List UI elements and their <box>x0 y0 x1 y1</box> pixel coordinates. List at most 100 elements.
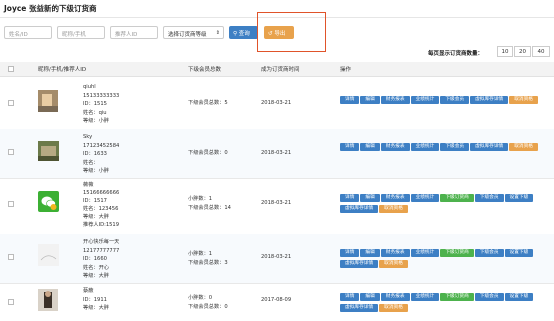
virtual-stock-button[interactable]: 虚拟库存详情 <box>470 143 509 151</box>
performance-button[interactable]: 业绩统计 <box>410 249 440 257</box>
finance-report-button[interactable]: 财务报表 <box>380 96 410 104</box>
level-select-label: 选择订货商等级 <box>168 32 207 38</box>
set-subordinate-button[interactable]: 设置下级 <box>504 249 534 257</box>
cancel-qualification-button[interactable]: 取消资格 <box>379 205 408 213</box>
table-row: Sky 17123452584 ID：1633 姓名： 等级：小胖 下级会员总数… <box>0 129 554 179</box>
search-icon: ⚲ <box>233 31 238 37</box>
row-checkbox[interactable] <box>8 254 14 260</box>
table-row: 开心快乐每一天 12177777777 ID：1660 姓名：开心 等级：大胖 … <box>0 234 554 284</box>
edit-button[interactable]: 编辑 <box>360 249 380 257</box>
row-realname: 姓名： <box>83 159 99 166</box>
row-actions: 详情 编辑 财务报表 业绩统计 下级订货商 下级会员 设置下级虚拟库存详情 取消资格 <box>340 193 552 215</box>
row-date: 2018-03-21 <box>261 100 292 106</box>
row-phone: 17123452584 <box>83 142 120 149</box>
page-size-20[interactable]: 20 <box>514 46 531 57</box>
col-name: 昵称/手机/推荐人ID <box>38 67 87 73</box>
set-subordinate-button[interactable]: 设置下级 <box>504 293 534 301</box>
edit-button[interactable]: 编辑 <box>360 96 380 104</box>
finance-report-button[interactable]: 财务报表 <box>380 194 410 202</box>
row-small-count: 小胖数：1 <box>188 196 213 202</box>
row-sub-count: 下级会员总数：0 <box>188 150 228 156</box>
cancel-qualification-button[interactable]: 取消资格 <box>509 96 538 104</box>
chevron-down-icon: ⇕ <box>215 30 220 36</box>
sub-members-button[interactable]: 下级会员 <box>474 249 504 257</box>
edit-button[interactable]: 编辑 <box>360 143 380 151</box>
nick-phone-input[interactable]: 昵称/手机 <box>57 26 105 39</box>
level-select[interactable]: 选择订货商等级 ⇕ <box>163 26 224 39</box>
row-level: 等级：大胖 <box>83 273 109 279</box>
details-button[interactable]: 详情 <box>340 249 360 257</box>
row-phone: 12177777777 <box>83 247 120 254</box>
row-id: ID：1515 <box>83 101 107 107</box>
wechat-avatar-icon <box>38 191 59 212</box>
details-button[interactable]: 详情 <box>340 143 360 151</box>
row-realname: 姓名：开心 <box>83 264 109 271</box>
search-button-label: 查询 <box>238 31 250 37</box>
row-phone: 15133333333 <box>83 92 120 99</box>
row-sub-count: 下级会员总数：14 <box>188 205 231 211</box>
finance-report-button[interactable]: 财务报表 <box>380 143 410 151</box>
performance-button[interactable]: 业绩统计 <box>410 194 440 202</box>
row-sub-count: 下级会员总数：0 <box>188 304 228 310</box>
row-checkbox[interactable] <box>8 299 14 305</box>
highlight-box <box>257 12 326 52</box>
virtual-stock-button[interactable]: 虚拟库存详情 <box>340 260 379 268</box>
performance-button[interactable]: 业绩统计 <box>410 143 440 151</box>
row-checkbox[interactable] <box>8 100 14 106</box>
edit-button[interactable]: 编辑 <box>360 194 380 202</box>
row-level: 等级：大胖 <box>83 214 109 220</box>
row-date: 2017-08-09 <box>261 297 292 303</box>
row-id: ID：1911 <box>83 296 107 303</box>
select-all-checkbox[interactable] <box>8 66 14 72</box>
page-size-10[interactable]: 10 <box>497 46 513 57</box>
sub-members-button[interactable]: 下级会员 <box>440 143 470 151</box>
sub-dealers-button[interactable]: 下级订货商 <box>440 293 474 301</box>
sub-dealers-button[interactable]: 下级订货商 <box>440 249 474 257</box>
performance-button[interactable]: 业绩统计 <box>410 96 440 104</box>
sub-members-button[interactable]: 下级会员 <box>474 194 504 202</box>
cancel-qualification-button[interactable]: 取消资格 <box>379 304 408 312</box>
row-actions: 详情 编辑 财务报表 业绩统计 下级会员 虚拟库存详情 取消资格 <box>340 142 552 153</box>
sub-members-button[interactable]: 下级会员 <box>440 96 470 104</box>
referrer-id-input[interactable]: 推荐人ID <box>110 26 158 39</box>
page-size-40[interactable]: 40 <box>532 46 550 57</box>
sub-dealers-button[interactable]: 下级订货商 <box>440 194 474 202</box>
row-realname: 姓名：qiu <box>83 109 107 116</box>
details-button[interactable]: 详情 <box>340 194 360 202</box>
sub-members-button[interactable]: 下级会员 <box>474 293 504 301</box>
virtual-stock-button[interactable]: 虚拟库存详情 <box>340 304 379 312</box>
page-title: Joyce 张益新的下级订货商 <box>4 4 97 13</box>
row-date: 2018-03-21 <box>261 254 292 260</box>
row-checkbox[interactable] <box>8 149 14 155</box>
cancel-qualification-button[interactable]: 取消资格 <box>379 260 408 268</box>
search-button[interactable]: ⚲ 查询 <box>229 26 258 39</box>
name-id-input[interactable]: 姓名/ID <box>4 26 52 39</box>
row-checkbox[interactable] <box>8 201 14 207</box>
page-size-label: 每页显示订货商数量： <box>428 51 484 57</box>
details-button[interactable]: 详情 <box>340 96 360 104</box>
set-subordinate-button[interactable]: 设置下级 <box>504 194 534 202</box>
row-referrer: 推荐人ID:1519 <box>83 222 120 228</box>
col-date: 成为订货商时间 <box>261 67 300 73</box>
cancel-qualification-button[interactable]: 取消资格 <box>509 143 538 151</box>
row-realname: 姓名：123456 <box>83 206 119 212</box>
virtual-stock-button[interactable]: 虚拟库存详情 <box>470 96 509 104</box>
row-id: ID：1660 <box>83 256 107 262</box>
row-phone: 15166666666 <box>83 190 120 196</box>
row-sub-count: 下级会员总数：3 <box>188 260 228 266</box>
row-nickname: 薇薇 <box>83 182 94 188</box>
row-actions: 详情 编辑 财务报表 业绩统计 下级订货商 下级会员 设置下级虚拟库存详情 取消资格 <box>340 248 552 270</box>
finance-report-button[interactable]: 财务报表 <box>380 249 410 257</box>
virtual-stock-button[interactable]: 虚拟库存详情 <box>340 205 379 213</box>
performance-button[interactable]: 业绩统计 <box>410 293 440 301</box>
row-actions: 详情 编辑 财务报表 业绩统计 下级订货商 下级会员 设置下级虚拟库存详情 取消资格 <box>340 292 552 314</box>
edit-button[interactable]: 编辑 <box>360 293 380 301</box>
row-id: ID：1633 <box>83 151 107 157</box>
table-row: 蔡蔽 ID：1911 等级：大胖 小胖数：0 下级会员总数：0 2017-08-… <box>0 283 554 321</box>
row-sub-count: 下级会员总数：5 <box>188 100 228 106</box>
avatar <box>38 141 59 161</box>
details-button[interactable]: 详情 <box>340 293 360 301</box>
finance-report-button[interactable]: 财务报表 <box>380 293 410 301</box>
row-nickname: Sky <box>83 134 93 140</box>
row-date: 2018-03-21 <box>261 200 292 206</box>
